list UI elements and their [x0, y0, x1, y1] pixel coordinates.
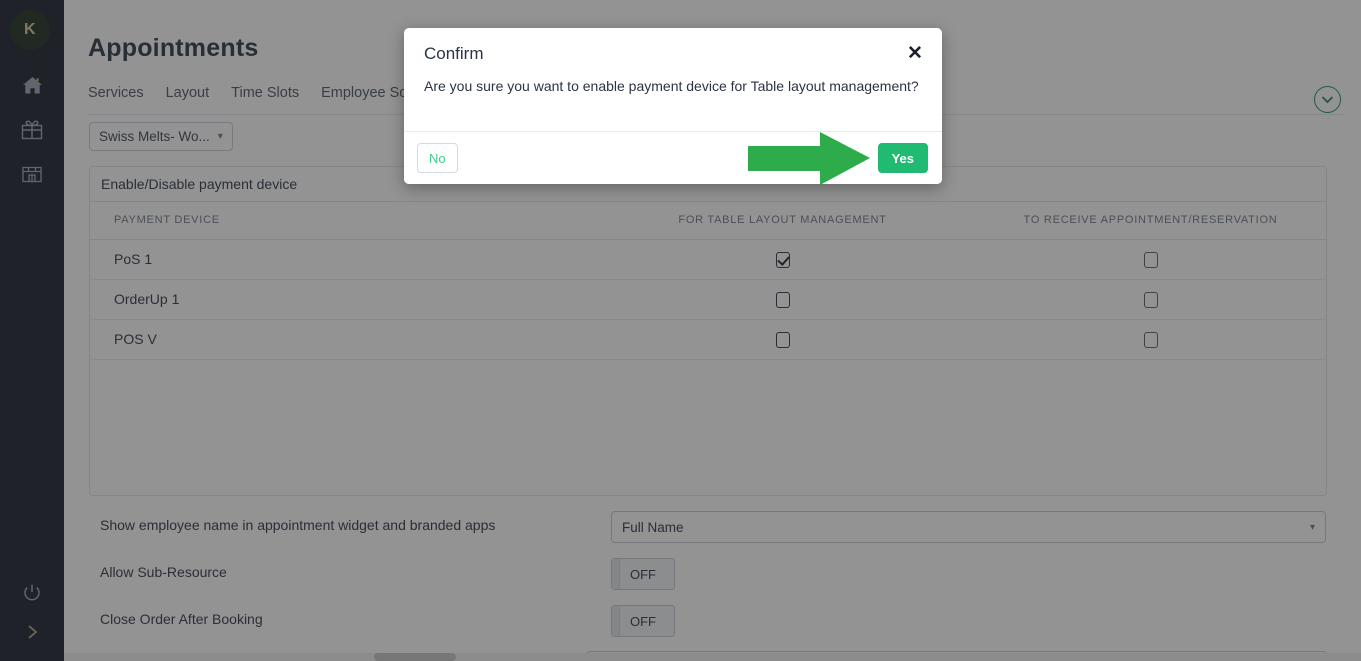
no-button[interactable]: No	[417, 143, 458, 173]
dialog-message: Are you sure you want to enable payment …	[404, 78, 942, 131]
dialog-header: Confirm ✕	[404, 28, 942, 78]
app-root: K	[0, 0, 1361, 661]
dialog-footer: No Yes	[404, 131, 942, 184]
close-icon[interactable]: ✕	[904, 42, 926, 64]
yes-button[interactable]: Yes	[878, 143, 928, 173]
dialog-title: Confirm	[424, 44, 484, 64]
confirm-dialog: Confirm ✕ Are you sure you want to enabl…	[404, 28, 942, 184]
